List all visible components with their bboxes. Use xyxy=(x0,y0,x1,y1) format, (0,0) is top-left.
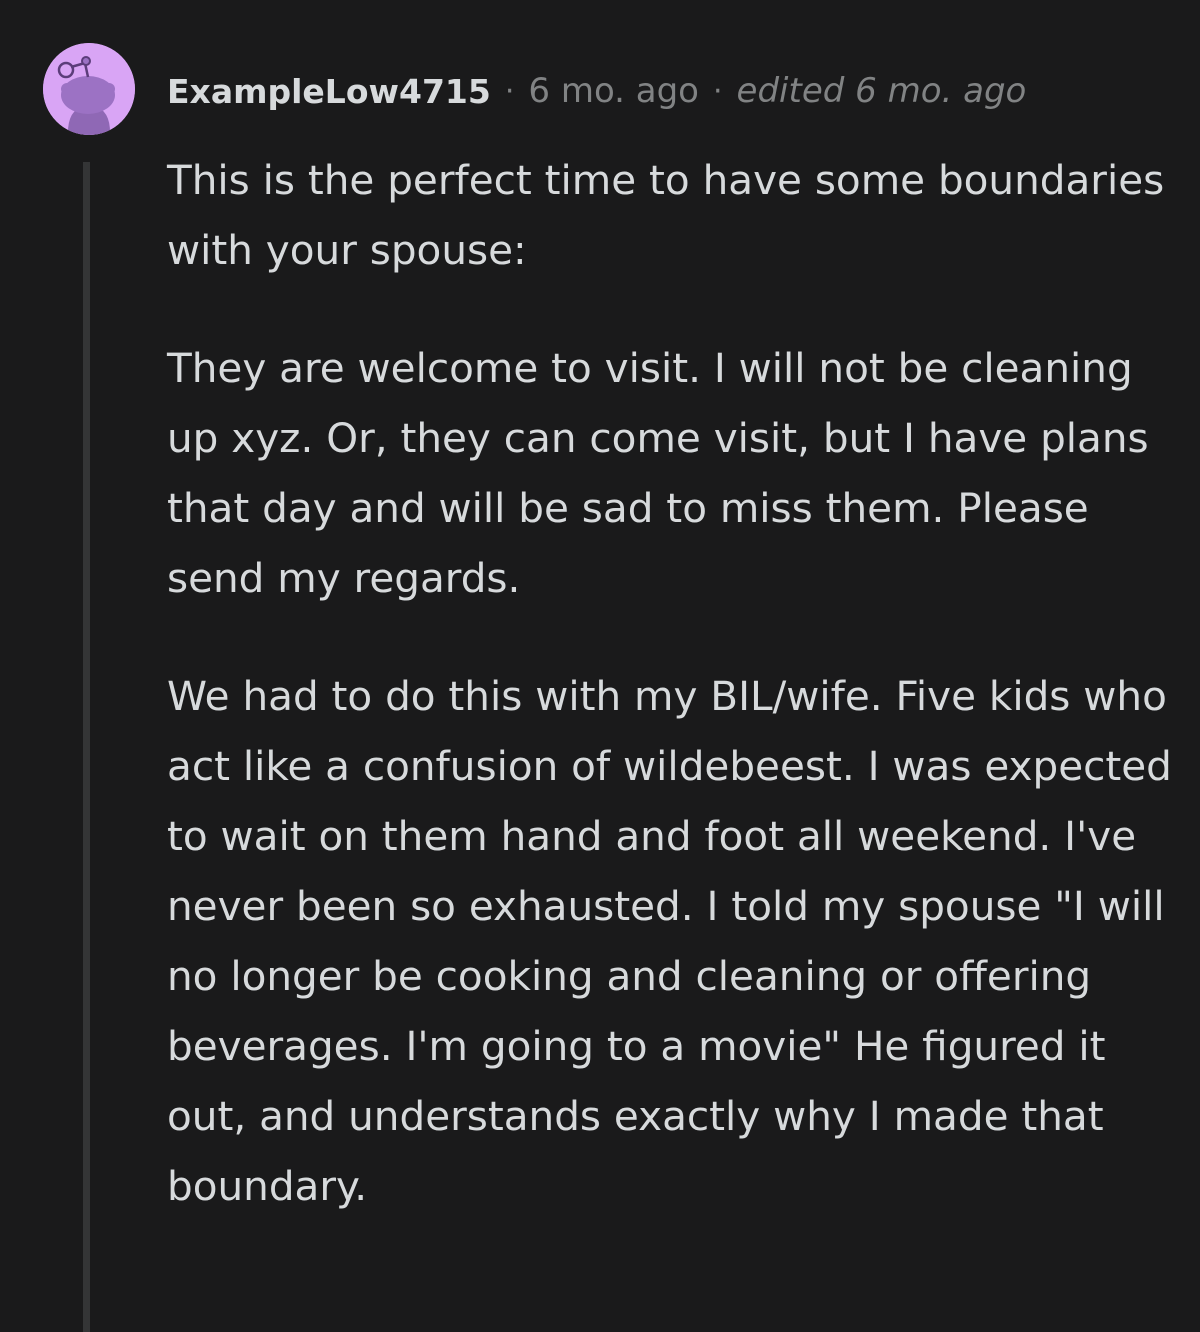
comment: ExampleLow4715 · 6 mo. ago · edited 6 mo… xyxy=(0,0,1200,1332)
comment-paragraph: This is the perfect time to have some bo… xyxy=(167,156,1165,274)
meta-separator: · xyxy=(713,73,723,109)
comment-timestamp[interactable]: 6 mo. ago xyxy=(528,71,699,111)
meta-separator: · xyxy=(504,73,515,109)
comment-paragraph: We had to do this with my BIL/wife. Five… xyxy=(167,672,1172,1210)
username-link[interactable]: ExampleLow4715 xyxy=(167,72,491,111)
thread-collapse-line[interactable] xyxy=(83,162,90,1332)
edited-timestamp: edited 6 mo. ago xyxy=(736,71,1027,111)
comment-body: This is the perfect time to have some bo… xyxy=(167,145,1177,1221)
snoo-avatar-icon xyxy=(43,43,135,135)
comment-meta: ExampleLow4715 · 6 mo. ago · edited 6 mo… xyxy=(167,68,1026,114)
user-avatar[interactable] xyxy=(43,43,135,135)
comment-paragraph: They are welcome to visit. I will not be… xyxy=(167,344,1149,602)
